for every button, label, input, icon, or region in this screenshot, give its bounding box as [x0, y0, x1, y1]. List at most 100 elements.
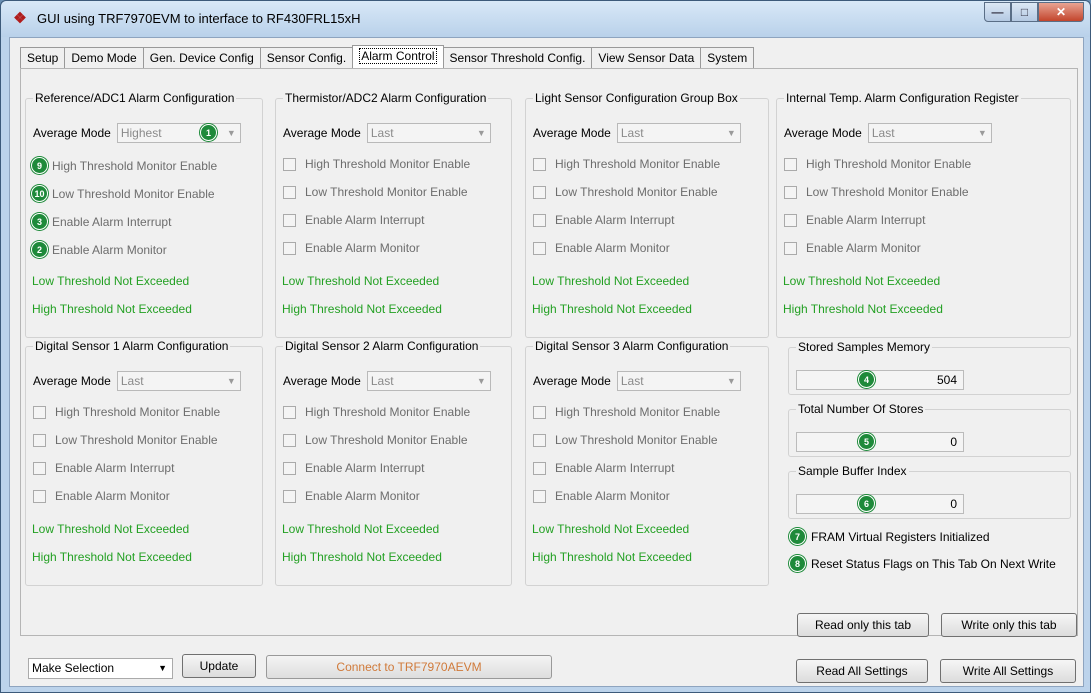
maximize-button[interactable]: □: [1011, 2, 1038, 22]
average-mode-value: Last: [370, 374, 394, 388]
checkbox[interactable]: [784, 213, 797, 227]
checkbox-label: High Threshold Monitor Enable: [55, 405, 221, 419]
tab-demo-mode[interactable]: Demo Mode: [64, 47, 144, 69]
write-all-button[interactable]: Write All Settings: [940, 659, 1076, 683]
checkbox-label: Low Threshold Monitor Enable: [305, 433, 468, 447]
average-mode-row: Average Mode Last ▼: [533, 123, 741, 143]
average-mode-select[interactable]: Last ▼: [366, 371, 491, 391]
low-checkbox-row[interactable]: Low Threshold Monitor Enable: [533, 185, 718, 199]
sample-buffer-group: Sample Buffer Index 0 6: [788, 464, 1071, 519]
average-mode-select[interactable]: Last ▼: [116, 371, 241, 391]
high-checkbox-row[interactable]: High Threshold Monitor Enable: [533, 157, 720, 171]
low-checkbox-row[interactable]: Low Threshold Monitor Enable: [784, 185, 969, 199]
read-all-button[interactable]: Read All Settings: [796, 659, 928, 683]
high-checkbox-row[interactable]: High Threshold Monitor Enable: [283, 405, 470, 419]
interrupt-checkbox-row[interactable]: Enable Alarm Interrupt: [533, 213, 674, 227]
monitor-checkbox-row[interactable]: Enable Alarm Monitor: [533, 489, 670, 503]
tab-gen-device-config[interactable]: Gen. Device Config: [142, 47, 261, 69]
low-checkbox-row[interactable]: Low Threshold Monitor Enable: [533, 433, 718, 447]
average-mode-select[interactable]: Last ▼: [616, 123, 741, 143]
update-button[interactable]: Update: [182, 654, 256, 678]
checkbox[interactable]: [533, 405, 546, 419]
sample-buffer-field[interactable]: 0: [796, 494, 964, 514]
checkbox[interactable]: [33, 433, 46, 447]
average-mode-select[interactable]: Last ▼: [616, 371, 741, 391]
total-stores-field[interactable]: 0: [796, 432, 964, 452]
checkbox[interactable]: [533, 185, 546, 199]
checkbox[interactable]: [283, 461, 296, 475]
checkbox[interactable]: [283, 213, 296, 227]
close-button[interactable]: ✕: [1038, 2, 1084, 22]
average-mode-select[interactable]: Last ▼: [366, 123, 491, 143]
monitor-checkbox-row[interactable]: Enable Alarm Monitor: [533, 241, 670, 255]
interrupt-checkbox-row[interactable]: Enable Alarm Interrupt: [533, 461, 674, 475]
fram-indicator-label: FRAM Virtual Registers Initialized: [811, 529, 990, 544]
checkbox[interactable]: [533, 433, 546, 447]
monitor-checkbox-row[interactable]: 2 Enable Alarm Monitor: [31, 241, 167, 258]
low-checkbox-row[interactable]: 10 Low Threshold Monitor Enable: [31, 185, 215, 202]
read-tab-button[interactable]: Read only this tab: [797, 613, 929, 637]
alarm-control-panel: Stored Samples Memory 504 4 Total Number…: [20, 68, 1078, 637]
low-checkbox-row[interactable]: Low Threshold Monitor Enable: [33, 433, 218, 447]
interrupt-checkbox-row[interactable]: Enable Alarm Interrupt: [283, 461, 424, 475]
checkbox[interactable]: [283, 157, 296, 171]
average-mode-select[interactable]: Last ▼: [867, 123, 992, 143]
monitor-checkbox-row[interactable]: Enable Alarm Monitor: [283, 489, 420, 503]
tab-setup[interactable]: Setup: [20, 47, 66, 69]
checkbox-label: High Threshold Monitor Enable: [555, 405, 721, 419]
checkbox[interactable]: [784, 185, 797, 199]
selection-value: Make Selection: [32, 661, 115, 675]
tab-view-sensor-data[interactable]: View Sensor Data: [591, 47, 702, 69]
interrupt-checkbox-row[interactable]: 3 Enable Alarm Interrupt: [31, 213, 171, 230]
high-checkbox-row[interactable]: High Threshold Monitor Enable: [283, 157, 470, 171]
checkbox[interactable]: [283, 185, 296, 199]
tab-system[interactable]: System: [700, 47, 755, 69]
low-threshold-status: Low Threshold Not Exceeded: [32, 522, 190, 536]
high-checkbox-row[interactable]: High Threshold Monitor Enable: [533, 405, 720, 419]
average-mode-select[interactable]: Highest ▼: [116, 123, 241, 143]
low-checkbox-row[interactable]: Low Threshold Monitor Enable: [283, 185, 468, 199]
high-checkbox-row[interactable]: High Threshold Monitor Enable: [784, 157, 971, 171]
low-threshold-status: Low Threshold Not Exceeded: [282, 274, 440, 288]
monitor-checkbox-row[interactable]: Enable Alarm Monitor: [33, 489, 170, 503]
monitor-checkbox-row[interactable]: Enable Alarm Monitor: [784, 241, 921, 255]
checkbox[interactable]: [533, 489, 546, 503]
interrupt-checkbox-row[interactable]: Enable Alarm Interrupt: [33, 461, 174, 475]
interrupt-checkbox-row[interactable]: Enable Alarm Interrupt: [784, 213, 925, 227]
low-checkbox-row[interactable]: Low Threshold Monitor Enable: [283, 433, 468, 447]
selection-dropdown[interactable]: Make Selection ▼: [28, 658, 173, 679]
checkbox[interactable]: [33, 461, 46, 475]
checkbox[interactable]: [33, 489, 46, 503]
connect-button[interactable]: Connect to TRF7970AEVM: [266, 655, 552, 679]
tab-label: View Sensor Data: [598, 51, 695, 65]
checkbox[interactable]: [533, 157, 546, 171]
tab-alarm-control[interactable]: Alarm Control: [352, 45, 444, 69]
tab-sensor-threshold-config[interactable]: Sensor Threshold Config.: [442, 47, 593, 69]
checkbox[interactable]: [784, 157, 797, 171]
alarm-config-group: Internal Temp. Alarm Configuration Regis…: [776, 91, 1071, 338]
tab-sensor-config[interactable]: Sensor Config.: [259, 47, 354, 69]
checkbox[interactable]: [33, 405, 46, 419]
stored-samples-field[interactable]: 504: [796, 370, 964, 390]
checkbox[interactable]: [533, 213, 546, 227]
checkbox-label: Enable Alarm Interrupt: [806, 213, 926, 227]
low-threshold-status: Low Threshold Not Exceeded: [783, 274, 941, 288]
reset-flags-label: Reset Status Flags on This Tab On Next W…: [811, 556, 1056, 571]
write-tab-button[interactable]: Write only this tab: [941, 613, 1077, 637]
callout-badge-6: 6: [858, 495, 875, 512]
checkbox[interactable]: [283, 405, 296, 419]
checkbox[interactable]: [283, 433, 296, 447]
checkbox[interactable]: [533, 461, 546, 475]
interrupt-checkbox-row[interactable]: Enable Alarm Interrupt: [283, 213, 424, 227]
high-checkbox-row[interactable]: 9 High Threshold Monitor Enable: [31, 157, 217, 174]
minimize-button[interactable]: —: [984, 2, 1011, 22]
checkbox[interactable]: [533, 241, 546, 255]
monitor-checkbox-row[interactable]: Enable Alarm Monitor: [283, 241, 420, 255]
high-threshold-status: High Threshold Not Exceeded: [532, 302, 692, 316]
checkbox[interactable]: [283, 489, 296, 503]
high-checkbox-row[interactable]: High Threshold Monitor Enable: [33, 405, 220, 419]
checkbox[interactable]: [784, 241, 797, 255]
low-threshold-status: Low Threshold Not Exceeded: [532, 522, 690, 536]
checkbox[interactable]: [283, 241, 296, 255]
title-bar[interactable]: ❖ GUI using TRF7970EVM to interface to R…: [1, 1, 1090, 37]
